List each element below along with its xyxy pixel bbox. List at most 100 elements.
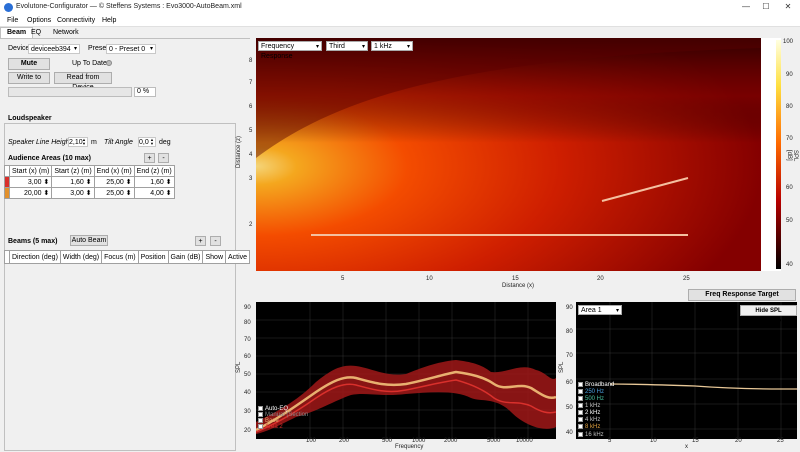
y-tick: 40 [566, 430, 573, 436]
menu-options[interactable]: Options [27, 17, 51, 24]
spinner-arrows-icon[interactable]: ⬍ [126, 190, 132, 197]
table-header: Start (x) (m) Start (z) (m) End (x) (m) … [4, 165, 175, 177]
legend-item[interactable]: Area 2 [258, 424, 308, 430]
frequency-select[interactable]: 1 kHz ▾ [371, 41, 413, 51]
line-height-label: Speaker Line Height [8, 139, 72, 146]
table-row[interactable]: 3,00 ⬍ 1,60 ⬍ 25,00 ⬍ 1,60 ⬍ [4, 176, 175, 188]
column-header: End (z) (m) [133, 165, 175, 177]
checkbox[interactable] [258, 412, 263, 418]
x-tick: 15 [512, 276, 519, 282]
chevron-down-icon: ▾ [361, 44, 365, 50]
legend-item[interactable]: 4 kHz [578, 417, 614, 424]
chevron-down-icon: ▾ [406, 44, 410, 50]
x-tick: 25 [683, 276, 690, 282]
x-tick: 10000 [516, 438, 533, 444]
checkbox[interactable] [578, 389, 583, 395]
smoothing-select[interactable]: Third ▾ [326, 41, 368, 51]
preset-select[interactable]: 0 - Preset 0 ▾ [106, 44, 156, 54]
x-tick: 20 [735, 438, 742, 444]
spinner-arrows-icon[interactable]: ⬍ [43, 190, 49, 197]
table-cell[interactable]: 3,00 ⬍ [51, 187, 95, 199]
column-header: Show [202, 250, 226, 264]
y-tick: 40 [244, 390, 251, 396]
table-row[interactable]: 20,00 ⬍ 3,00 ⬍ 25,00 ⬍ 4,00 ⬍ [4, 187, 175, 199]
device-label: Device [8, 45, 30, 52]
tilt-angle-unit: deg [159, 139, 171, 146]
mute-button[interactable]: Mute [8, 58, 50, 70]
legend-item[interactable]: 8 kHz [578, 424, 614, 431]
spl-heatmap[interactable]: Frequency Response ▾ Third ▾ 1 kHz ▾ [256, 38, 781, 271]
status-indicator [106, 60, 112, 66]
y-tick: 30 [244, 409, 251, 415]
add-beam-button[interactable]: + [195, 236, 206, 246]
table-cell[interactable]: 4,00 ⬍ [133, 187, 175, 199]
maximize-button[interactable]: ☐ [756, 1, 776, 13]
area-spl-plot[interactable]: Area 1 ▾ Hide SPL distribution Broadband … [576, 302, 797, 439]
audience-table: Start (x) (m) Start (z) (m) End (x) (m) … [4, 165, 175, 199]
checkbox[interactable] [578, 431, 583, 437]
checkbox[interactable] [258, 406, 263, 411]
table-cell[interactable]: 1,60 ⬍ [133, 176, 175, 188]
audience-areas-title: Audience Areas (10 max) [8, 155, 91, 162]
uptodate-label: Up To Date: [72, 60, 109, 67]
auto-beam-button[interactable]: Auto Beam [70, 235, 108, 246]
line-height-input[interactable]: 2,10 ▲ ▼ [68, 137, 88, 147]
legend-item[interactable]: 250 Hz [578, 389, 614, 396]
y-tick: 60 [566, 380, 573, 386]
minimize-button[interactable]: — [736, 1, 756, 13]
spinner-arrows-icon[interactable]: ⬍ [166, 190, 172, 197]
spinner-arrows-icon[interactable]: ▲ ▼ [82, 138, 86, 146]
area-select[interactable]: Area 1 ▾ [578, 305, 622, 315]
checkbox[interactable] [578, 417, 583, 423]
chevron-down-icon: ▾ [73, 46, 77, 52]
spinner-arrows-icon[interactable]: ⬍ [126, 179, 132, 186]
checkbox[interactable] [578, 403, 583, 409]
menu-bar: File Options Connectivity Help [0, 15, 800, 27]
chevron-down-icon: ▾ [615, 308, 619, 314]
checkbox[interactable] [578, 424, 583, 430]
spinner-arrows-icon[interactable]: ▲ ▼ [150, 138, 154, 146]
close-button[interactable]: ✕ [778, 1, 798, 13]
hide-spl-distribution-button[interactable]: Hide SPL distribution [740, 305, 797, 324]
checkbox[interactable] [578, 396, 583, 402]
legend-item[interactable]: 1 kHz [578, 403, 614, 410]
table-cell[interactable]: 25,00 ⬍ [93, 187, 135, 199]
table-cell[interactable]: 3,00 ⬍ [8, 176, 53, 188]
heatmap-mode-select[interactable]: Frequency Response ▾ [258, 41, 322, 60]
checkbox[interactable] [258, 424, 263, 430]
area-plot-legend: Broadband 250 Hz 500 Hz 1 kHz 2 kHz 4 kH… [578, 382, 614, 439]
remove-beam-button[interactable]: - [210, 236, 221, 246]
remove-audience-button[interactable]: - [158, 153, 169, 163]
freq-response-target-button[interactable]: Freq Response Target [688, 289, 796, 301]
app-icon [4, 3, 13, 12]
menu-help[interactable]: Help [102, 17, 116, 24]
read-from-device-button[interactable]: Read from Device [54, 72, 112, 91]
table-cell[interactable]: 20,00 ⬍ [8, 187, 53, 199]
table-cell[interactable]: 1,60 ⬍ [51, 176, 95, 188]
menu-connectivity[interactable]: Connectivity [57, 17, 95, 24]
y-tick: 80 [244, 320, 251, 326]
write-to-button[interactable]: Write to [8, 72, 50, 84]
tilt-angle-input[interactable]: 0,0 ▲ ▼ [138, 137, 156, 147]
legend-item[interactable]: 2 kHz [578, 410, 614, 417]
frequency-response-plot[interactable]: Auto-EQ Manual (Section Base Area 2 [256, 302, 556, 439]
y-tick: 50 [566, 405, 573, 411]
spinner-arrows-icon[interactable]: ⬍ [166, 179, 172, 186]
x-tick: 15 [692, 438, 699, 444]
spinner-arrows-icon[interactable]: ⬍ [86, 190, 92, 197]
add-audience-button[interactable]: + [144, 153, 155, 163]
menu-file[interactable]: File [7, 17, 18, 24]
table-cell[interactable]: 25,00 ⬍ [93, 176, 135, 188]
checkbox[interactable] [578, 382, 583, 387]
x-tick: 2000 [444, 438, 458, 444]
colorbar-tick: 100 [783, 39, 794, 45]
device-select[interactable]: deviceeb394 ▾ [28, 44, 80, 54]
spinner-arrows-icon[interactable]: ⬍ [86, 179, 92, 186]
spinner-arrows-icon[interactable]: ⬍ [43, 179, 49, 186]
checkbox[interactable] [258, 418, 263, 424]
checkbox[interactable] [578, 410, 583, 416]
colorbar-tick: 70 [786, 136, 793, 142]
legend-item[interactable]: Broadband [578, 382, 614, 389]
column-header: Width (deg) [59, 250, 103, 264]
legend-item[interactable]: 500 Hz [578, 396, 614, 403]
